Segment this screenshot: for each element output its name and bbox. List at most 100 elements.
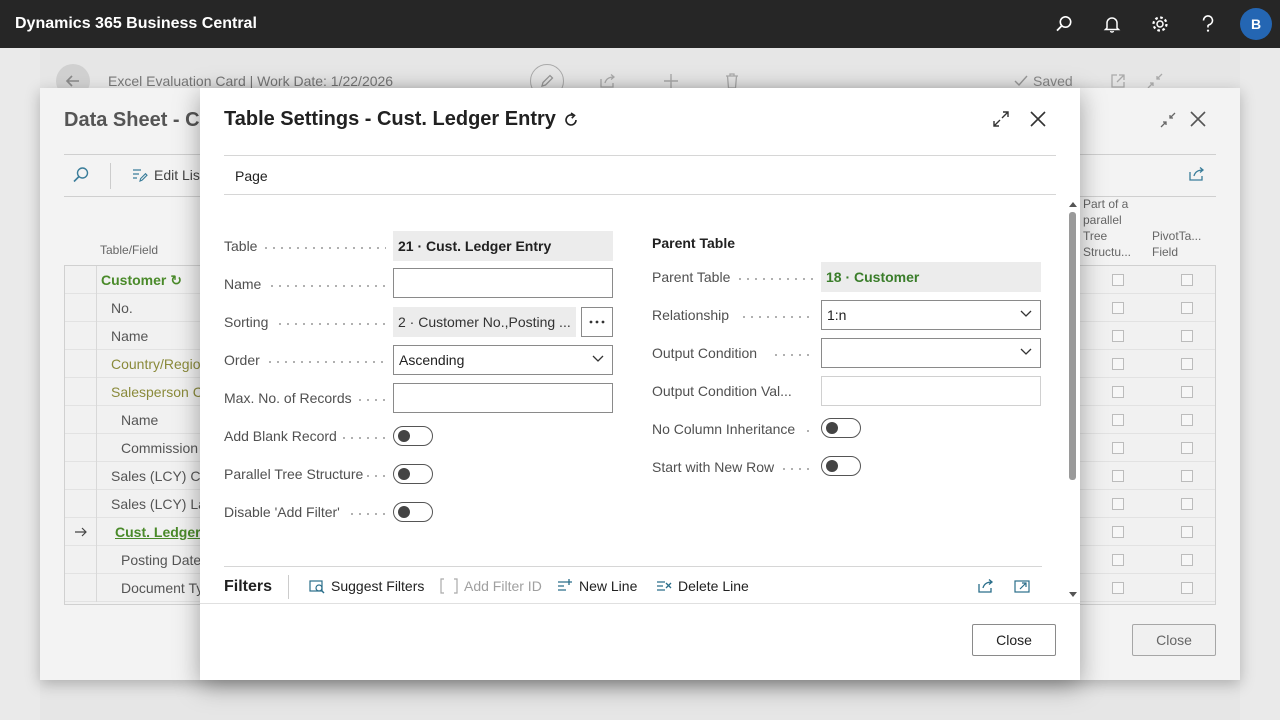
name-input[interactable] [393,268,613,298]
checkbox[interactable] [1112,358,1124,370]
arrow-left-icon [65,75,79,87]
field-label-parallel-tree: Parallel Tree Structure [224,466,364,482]
app-title[interactable]: Dynamics 365 Business Central [15,15,257,33]
parent-table-value[interactable]: 18 · Customer [821,262,1041,292]
open-new-window-icon[interactable] [1014,578,1030,597]
row-label: No. [111,300,133,316]
expand-icon[interactable] [992,110,1010,131]
share-icon[interactable] [1188,166,1206,185]
checkbox[interactable] [1181,442,1193,454]
suggest-filters-button[interactable]: Suggest Filters [309,578,424,594]
field-label-output-condition: Output Condition [652,345,758,361]
saved-status: Saved [1033,73,1073,89]
checkbox[interactable] [1112,498,1124,510]
toggle-knob [826,422,838,434]
checkbox[interactable] [1112,414,1124,426]
no-column-inheritance-toggle[interactable] [821,418,861,438]
background-page-title: Excel Evaluation Card | Work Date: 1/22/… [108,73,394,89]
checkbox[interactable] [1112,330,1124,342]
scroll-up-arrow-icon[interactable] [1068,200,1078,208]
field-label-output-condition-value: Output Condition Val... [652,383,792,399]
row-selector[interactable] [65,294,97,322]
checkbox[interactable] [1112,442,1124,454]
checkbox[interactable] [1181,554,1193,566]
delete-line-button[interactable]: Delete Line [656,578,749,594]
new-line-button[interactable]: New Line [557,578,637,594]
checkbox[interactable] [1181,358,1193,370]
share-icon[interactable] [977,578,995,597]
checkbox[interactable] [1181,302,1193,314]
close-icon[interactable] [1029,110,1047,131]
divider [288,575,289,599]
chevron-down-icon [1020,348,1032,355]
sorting-lookup-button[interactable] [581,307,613,337]
search-icon[interactable] [1040,0,1088,48]
field-label-table: Table [224,238,258,254]
sorting-value[interactable]: 2 · Customer No.,Posting ... [393,307,576,337]
edit-list-button[interactable]: Edit List [132,167,204,183]
scrollbar-thumb[interactable] [1069,212,1076,480]
bell-icon[interactable] [1088,0,1136,48]
disable-add-filter-toggle[interactable] [393,502,433,522]
checkbox[interactable] [1112,274,1124,286]
toggle-knob [398,430,410,442]
checkbox[interactable] [1181,330,1193,342]
row-selector[interactable] [65,434,97,462]
start-new-row-toggle[interactable] [821,456,861,476]
checkbox[interactable] [1181,274,1193,286]
row-selector[interactable] [65,546,97,574]
close-icon[interactable] [1189,110,1207,131]
row-selector[interactable] [65,462,97,490]
checkbox[interactable] [1181,582,1193,594]
checkbox[interactable] [1112,554,1124,566]
tab-page[interactable]: Page [235,168,268,184]
leader-dots [340,437,386,439]
gear-icon[interactable] [1136,0,1184,48]
checkbox[interactable] [1181,414,1193,426]
parallel-tree-toggle[interactable] [393,464,433,484]
checkbox[interactable] [1181,498,1193,510]
leader-dots [780,468,814,470]
column-header-parallel[interactable]: Part of a parallel Tree Structu... [1083,196,1139,260]
data-sheet-close-button[interactable]: Close [1132,624,1216,656]
order-select[interactable]: Ascending [393,345,613,375]
row-selector[interactable] [65,574,97,602]
relationship-select[interactable]: 1:n [821,300,1041,330]
row-selector[interactable] [65,518,97,546]
row-selector[interactable] [65,378,97,406]
chevron-down-icon [1020,310,1032,317]
checkbox[interactable] [1112,302,1124,314]
checkbox[interactable] [1112,582,1124,594]
column-header-pivot[interactable]: PivotTa... Field [1152,228,1208,260]
checkbox[interactable] [1112,386,1124,398]
row-selector[interactable] [65,490,97,518]
row-label: Customer ↻ [101,272,182,288]
checkbox[interactable] [1112,470,1124,482]
row-selector[interactable] [65,266,97,294]
output-condition-select[interactable] [821,338,1041,368]
collapse-icon[interactable] [1160,112,1176,131]
help-icon[interactable] [1184,0,1232,48]
add-filter-id-button[interactable]: Add Filter ID [440,578,542,594]
scroll-down-arrow-icon[interactable] [1068,591,1078,599]
suggest-filters-label: Suggest Filters [331,578,425,594]
search-icon[interactable] [72,166,90,187]
checkbox[interactable] [1181,470,1193,482]
column-header-table-field[interactable]: Table/Field [100,242,158,258]
row-selector[interactable] [65,350,97,378]
leader-dots [266,361,386,363]
checkbox[interactable] [1181,526,1193,538]
filters-section-title[interactable]: Filters [224,578,272,596]
user-avatar[interactable]: B [1240,8,1272,40]
add-blank-record-toggle[interactable] [393,426,433,446]
order-select-value: Ascending [399,352,465,368]
divider [200,603,1080,604]
max-records-input[interactable] [393,383,613,413]
app-bar: Dynamics 365 Business Central B [0,0,1280,48]
row-selector[interactable] [65,406,97,434]
checkbox[interactable] [1181,386,1193,398]
dialog-close-button[interactable]: Close [972,624,1056,656]
checkbox[interactable] [1112,526,1124,538]
new-line-label: New Line [579,578,638,594]
row-selector[interactable] [65,322,97,350]
